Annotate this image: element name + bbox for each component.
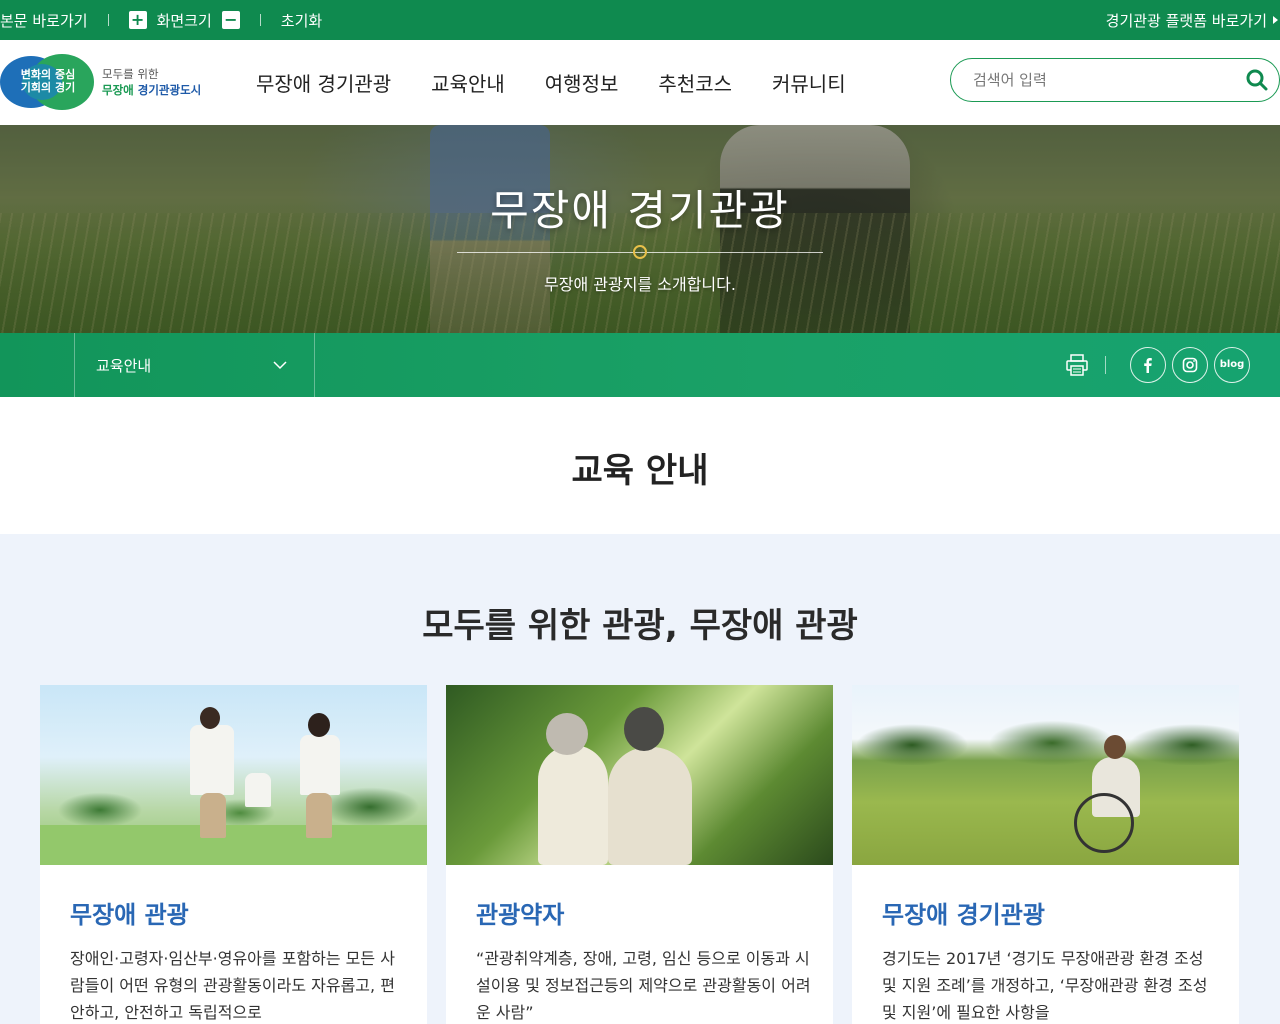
section-dropdown-label: 교육안내 <box>96 356 152 375</box>
hero-subtitle: 무장애 관광지를 소개합니다. <box>544 275 736 294</box>
nav-item-education[interactable]: 교육안내 <box>411 68 525 97</box>
sub-navigation: 교육안내 blog <box>0 333 1280 397</box>
nav-item-community[interactable]: 커뮤니티 <box>752 68 866 97</box>
nav-item-courses[interactable]: 추천코스 <box>638 68 752 97</box>
info-card: 무장애 경기관광 경기도는 2017년 ‘경기도 무장애관광 환경 조성 및 지… <box>852 685 1239 1024</box>
blog-icon: blog <box>1219 359 1245 370</box>
platform-link[interactable]: 경기관광 플랫폼 바로가기 <box>1106 0 1280 40</box>
logo-tagline: 모두를 위한 무장애 경기관광도시 <box>102 66 201 98</box>
skip-to-content-link[interactable]: 본문 바로가기 <box>0 10 88 31</box>
info-card: 관광약자 “관광취약계층, 장애, 고령, 임신 등으로 이동과 시설이용 및 … <box>446 685 833 1024</box>
zoom-label: 화면크기 <box>156 11 212 30</box>
card-image-family <box>40 685 427 865</box>
info-card: 무장애 관광 장애인·고령자·임산부·영유아를 포함하는 모든 사람들이 어떤 … <box>40 685 427 1024</box>
card-description: 경기도는 2017년 ‘경기도 무장애관광 환경 조성 및 지원 조례’를 개정… <box>882 949 1208 1022</box>
blog-share-button[interactable]: blog <box>1214 347 1250 383</box>
hero-title: 무장애 경기관광 <box>490 186 790 235</box>
card-image-wheelchair-field <box>852 685 1239 865</box>
card-description: 장애인·고령자·임산부·영유아를 포함하는 모든 사람들이 어떤 유형의 관광활… <box>70 949 395 1022</box>
hero-divider-dot <box>633 245 647 259</box>
card-title: 관광약자 <box>476 901 565 929</box>
chevron-down-icon <box>273 361 287 370</box>
card-description: “관광취약계층, 장애, 고령, 임신 등으로 이동과 시설이용 및 정보접근등… <box>476 949 811 1022</box>
content-section: 모두를 위한 관광, 무장애 관광 무장애 관광 장애인·고령자·임산부·영유아… <box>0 534 1280 1024</box>
logo-tagline-line1: 모두를 위한 <box>102 67 159 81</box>
divider <box>259 14 261 26</box>
page-tools: blog <box>1065 333 1250 397</box>
print-icon <box>1066 354 1088 376</box>
facebook-share-button[interactable] <box>1130 347 1166 383</box>
reset-zoom-link[interactable]: 초기화 <box>281 10 322 31</box>
search-box <box>950 58 1280 102</box>
main-navigation: 무장애 경기관광 교육안내 여행정보 추천코스 커뮤니티 <box>236 40 866 125</box>
search-input[interactable] <box>973 71 1235 89</box>
print-button[interactable] <box>1065 354 1089 376</box>
logo-tagline-line2: 무장애 경기관광도시 <box>102 82 201 98</box>
section-title: 모두를 위한 관광, 무장애 관광 <box>422 606 858 646</box>
logo-mark: 변화의 중심 기회의 경기 <box>0 54 94 110</box>
logo-mark-line2: 기회의 경기 <box>20 81 76 94</box>
nav-item-travel-info[interactable]: 여행정보 <box>525 68 639 97</box>
divider <box>107 14 109 26</box>
platform-link-label: 경기관광 플랫폼 바로가기 <box>1105 11 1267 30</box>
search-button[interactable] <box>1235 60 1279 100</box>
nav-item-barrier-free[interactable]: 무장애 경기관광 <box>236 68 411 97</box>
card-image-elderly-couple <box>446 685 833 865</box>
utility-bar: 본문 바로가기 + 화면크기 − 초기화 경기관광 플랫폼 바로가기 <box>0 0 1280 40</box>
page-title: 교육 안내 <box>571 451 709 491</box>
logo-tagline-rest: 경기관광도시 <box>133 83 202 97</box>
card-title: 무장애 경기관광 <box>882 901 1045 929</box>
facebook-icon <box>1144 358 1152 373</box>
instagram-share-button[interactable] <box>1172 347 1208 383</box>
search-icon <box>1246 69 1268 91</box>
logo-tagline-highlight: 무장애 <box>102 83 134 97</box>
arrow-right-icon <box>1273 16 1278 24</box>
section-dropdown[interactable]: 교육안내 <box>74 333 315 397</box>
zoom-in-button[interactable]: + <box>128 11 147 29</box>
site-header: 변화의 중심 기회의 경기 모두를 위한 무장애 경기관광도시 무장애 경기관광… <box>0 40 1280 125</box>
instagram-icon <box>1182 357 1198 373</box>
logo-mark-line1: 변화의 중심 <box>20 68 76 81</box>
zoom-out-button[interactable]: − <box>221 11 240 29</box>
site-logo[interactable]: 변화의 중심 기회의 경기 모두를 위한 무장애 경기관광도시 <box>0 54 220 110</box>
divider <box>1105 356 1106 374</box>
card-title: 무장애 관광 <box>70 901 189 929</box>
hero-banner: 무장애 경기관광 무장애 관광지를 소개합니다. <box>0 125 1280 333</box>
